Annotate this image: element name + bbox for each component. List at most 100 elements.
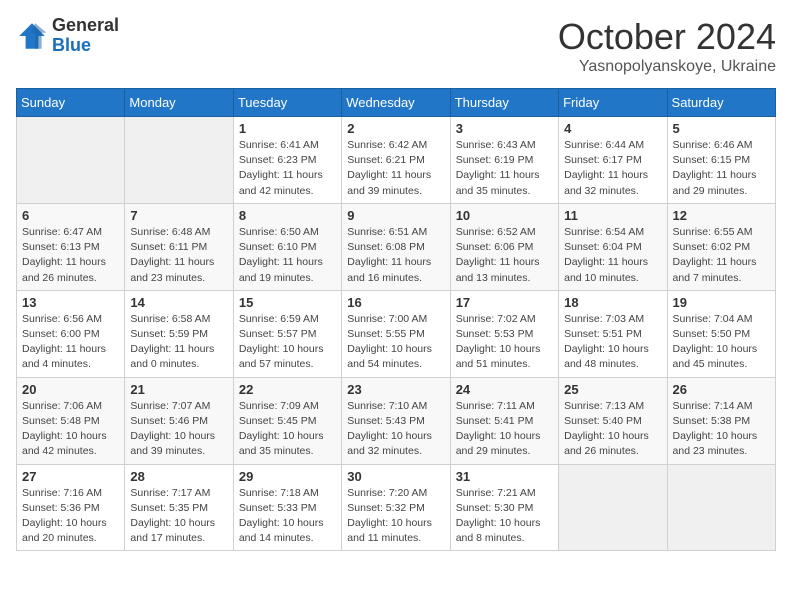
calendar-cell: 27 Sunrise: 7:16 AMSunset: 5:36 PMDayligh…	[17, 464, 125, 551]
calendar-cell: 20 Sunrise: 7:06 AMSunset: 5:48 PMDayligh…	[17, 377, 125, 464]
calendar-cell: 28Sunrise: 7:17 AMSunset: 5:35 PMDayligh…	[125, 464, 233, 551]
day-number: 21	[130, 382, 227, 397]
calendar-cell: 17Sunrise: 7:02 AMSunset: 5:53 PMDayligh…	[450, 290, 558, 377]
day-detail: Sunrise: 6:43 AMSunset: 6:19 PMDaylight:…	[456, 138, 553, 199]
day-number: 15	[239, 295, 336, 310]
calendar-cell: 2Sunrise: 6:42 AMSunset: 6:21 PMDaylight…	[342, 117, 450, 204]
weekday-header-monday: Monday	[125, 89, 233, 117]
day-number: 7	[130, 208, 227, 223]
day-detail: Sunrise: 6:50 AMSunset: 6:10 PMDaylight:…	[239, 225, 336, 286]
day-detail: Sunrise: 7:06 AMSunset: 5:48 PMDaylight:…	[22, 399, 119, 460]
day-number: 4	[564, 121, 661, 136]
calendar-cell: 10 Sunrise: 6:52 AMSunset: 6:06 PMDayligh…	[450, 203, 558, 290]
page-header: General Blue October 2024 Yasnopolyansko…	[16, 16, 776, 76]
calendar-cell: 11Sunrise: 6:54 AMSunset: 6:04 PMDayligh…	[559, 203, 667, 290]
location: Yasnopolyanskoye, Ukraine	[558, 58, 776, 76]
day-number: 9	[347, 208, 444, 223]
day-number: 12	[673, 208, 770, 223]
day-detail: Sunrise: 7:09 AMSunset: 5:45 PMDaylight:…	[239, 399, 336, 460]
day-number: 31	[456, 469, 553, 484]
day-number: 23	[347, 382, 444, 397]
logo-general: General	[52, 16, 119, 36]
day-detail: Sunrise: 7:14 AMSunset: 5:38 PMDaylight:…	[673, 399, 770, 460]
day-number: 3	[456, 121, 553, 136]
day-detail: Sunrise: 7:20 AMSunset: 5:32 PMDaylight:…	[347, 486, 444, 547]
week-row-3: 20 Sunrise: 7:06 AMSunset: 5:48 PMDayligh…	[17, 377, 776, 464]
day-detail: Sunrise: 6:56 AMSunset: 6:00 PMDaylight:…	[22, 312, 119, 373]
day-detail: Sunrise: 7:11 AMSunset: 5:41 PMDaylight:…	[456, 399, 553, 460]
day-number: 13	[22, 295, 119, 310]
title-block: October 2024 Yasnopolyanskoye, Ukraine	[558, 16, 776, 76]
week-row-1: 6Sunrise: 6:47 AMSunset: 6:13 PMDaylight…	[17, 203, 776, 290]
day-detail: Sunrise: 6:41 AMSunset: 6:23 PMDaylight:…	[239, 138, 336, 199]
day-detail: Sunrise: 6:46 AMSunset: 6:15 PMDaylight:…	[673, 138, 770, 199]
day-number: 24	[456, 382, 553, 397]
calendar-cell: 1Sunrise: 6:41 AMSunset: 6:23 PMDaylight…	[233, 117, 341, 204]
calendar-cell	[125, 117, 233, 204]
calendar-cell: 25 Sunrise: 7:13 AMSunset: 5:40 PMDayligh…	[559, 377, 667, 464]
month-title: October 2024	[558, 16, 776, 58]
day-detail: Sunrise: 6:48 AMSunset: 6:11 PMDaylight:…	[130, 225, 227, 286]
day-number: 10	[456, 208, 553, 223]
calendar-cell: 16 Sunrise: 7:00 AMSunset: 5:55 PMDayligh…	[342, 290, 450, 377]
calendar-cell: 21 Sunrise: 7:07 AMSunset: 5:46 PMDayligh…	[125, 377, 233, 464]
day-detail: Sunrise: 6:58 AMSunset: 5:59 PMDaylight:…	[130, 312, 227, 373]
calendar-cell: 14Sunrise: 6:58 AMSunset: 5:59 PMDayligh…	[125, 290, 233, 377]
day-detail: Sunrise: 7:13 AMSunset: 5:40 PMDaylight:…	[564, 399, 661, 460]
day-number: 8	[239, 208, 336, 223]
day-detail: Sunrise: 7:18 AMSunset: 5:33 PMDaylight:…	[239, 486, 336, 547]
calendar-cell: 13 Sunrise: 6:56 AMSunset: 6:00 PMDayligh…	[17, 290, 125, 377]
calendar-cell: 5 Sunrise: 6:46 AMSunset: 6:15 PMDaylight…	[667, 117, 775, 204]
day-detail: Sunrise: 6:54 AMSunset: 6:04 PMDaylight:…	[564, 225, 661, 286]
logo-text: General Blue	[52, 16, 119, 56]
day-number: 5	[673, 121, 770, 136]
day-detail: Sunrise: 7:16 AMSunset: 5:36 PMDaylight:…	[22, 486, 119, 547]
day-detail: Sunrise: 6:42 AMSunset: 6:21 PMDaylight:…	[347, 138, 444, 199]
calendar-cell	[559, 464, 667, 551]
day-detail: Sunrise: 7:02 AMSunset: 5:53 PMDaylight:…	[456, 312, 553, 373]
logo-blue: Blue	[52, 36, 119, 56]
weekday-header-friday: Friday	[559, 89, 667, 117]
calendar-cell: 30 Sunrise: 7:20 AMSunset: 5:32 PMDayligh…	[342, 464, 450, 551]
day-number: 18	[564, 295, 661, 310]
calendar-cell: 8 Sunrise: 6:50 AMSunset: 6:10 PMDaylight…	[233, 203, 341, 290]
logo: General Blue	[16, 16, 119, 56]
day-number: 28	[130, 469, 227, 484]
day-number: 16	[347, 295, 444, 310]
calendar-cell: 6Sunrise: 6:47 AMSunset: 6:13 PMDaylight…	[17, 203, 125, 290]
calendar-cell: 9 Sunrise: 6:51 AMSunset: 6:08 PMDaylight…	[342, 203, 450, 290]
day-detail: Sunrise: 7:07 AMSunset: 5:46 PMDaylight:…	[130, 399, 227, 460]
weekday-header-wednesday: Wednesday	[342, 89, 450, 117]
weekday-header-tuesday: Tuesday	[233, 89, 341, 117]
day-detail: Sunrise: 7:04 AMSunset: 5:50 PMDaylight:…	[673, 312, 770, 373]
week-row-4: 27 Sunrise: 7:16 AMSunset: 5:36 PMDayligh…	[17, 464, 776, 551]
calendar-cell: 22Sunrise: 7:09 AMSunset: 5:45 PMDayligh…	[233, 377, 341, 464]
calendar-cell: 7 Sunrise: 6:48 AMSunset: 6:11 PMDaylight…	[125, 203, 233, 290]
day-number: 26	[673, 382, 770, 397]
calendar-cell: 31 Sunrise: 7:21 AMSunset: 5:30 PMDayligh…	[450, 464, 558, 551]
day-detail: Sunrise: 7:00 AMSunset: 5:55 PMDaylight:…	[347, 312, 444, 373]
calendar-cell: 4 Sunrise: 6:44 AMSunset: 6:17 PMDaylight…	[559, 117, 667, 204]
day-detail: Sunrise: 6:47 AMSunset: 6:13 PMDaylight:…	[22, 225, 119, 286]
day-number: 25	[564, 382, 661, 397]
calendar-cell: 24 Sunrise: 7:11 AMSunset: 5:41 PMDayligh…	[450, 377, 558, 464]
calendar-cell: 26 Sunrise: 7:14 AMSunset: 5:38 PMDayligh…	[667, 377, 775, 464]
weekday-header-sunday: Sunday	[17, 89, 125, 117]
day-number: 29	[239, 469, 336, 484]
day-detail: Sunrise: 7:03 AMSunset: 5:51 PMDaylight:…	[564, 312, 661, 373]
day-detail: Sunrise: 6:52 AMSunset: 6:06 PMDaylight:…	[456, 225, 553, 286]
logo-icon	[16, 20, 48, 52]
day-detail: Sunrise: 7:21 AMSunset: 5:30 PMDaylight:…	[456, 486, 553, 547]
calendar-cell	[17, 117, 125, 204]
day-detail: Sunrise: 6:44 AMSunset: 6:17 PMDaylight:…	[564, 138, 661, 199]
day-number: 30	[347, 469, 444, 484]
calendar-cell: 19 Sunrise: 7:04 AMSunset: 5:50 PMDayligh…	[667, 290, 775, 377]
weekday-header-row: SundayMondayTuesdayWednesdayThursdayFrid…	[17, 89, 776, 117]
day-number: 19	[673, 295, 770, 310]
calendar-cell: 15Sunrise: 6:59 AMSunset: 5:57 PMDayligh…	[233, 290, 341, 377]
day-number: 27	[22, 469, 119, 484]
day-detail: Sunrise: 6:55 AMSunset: 6:02 PMDaylight:…	[673, 225, 770, 286]
week-row-2: 13 Sunrise: 6:56 AMSunset: 6:00 PMDayligh…	[17, 290, 776, 377]
day-number: 20	[22, 382, 119, 397]
day-detail: Sunrise: 6:51 AMSunset: 6:08 PMDaylight:…	[347, 225, 444, 286]
